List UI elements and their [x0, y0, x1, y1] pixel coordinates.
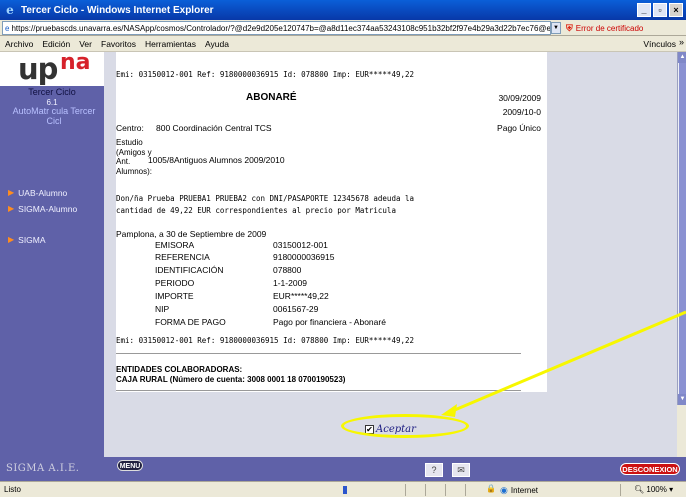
- menu-archivo[interactable]: Archivo: [5, 39, 33, 49]
- arrow-right-icon: ▶: [8, 204, 15, 213]
- menu-ver[interactable]: Ver: [79, 39, 92, 49]
- sidebar-app-link[interactable]: AutoMatr cula Tercer Cicl: [4, 106, 104, 126]
- logout-button[interactable]: DESCONEXION: [620, 463, 680, 475]
- chevron-down-icon: ▾: [669, 485, 674, 494]
- entidades-title: ENTIDADES COLABORADORAS:: [116, 365, 243, 374]
- scroll-down-button[interactable]: ▼: [678, 394, 686, 405]
- menu-ayuda[interactable]: Ayuda: [205, 39, 229, 49]
- sidebar-item-label: UAB-Alumno: [18, 187, 68, 198]
- ie-icon: e: [6, 3, 14, 17]
- debt-paragraph-line: Don/ña Prueba PRUEBA1 PRUEBA2 con DNI/PA…: [116, 194, 415, 203]
- debt-paragraph-line: cantidad de 49,22 EUR correspondientes a…: [116, 206, 396, 215]
- sidebar-item-sigma[interactable]: ▶ SIGMA: [0, 233, 104, 246]
- vertical-scrollbar[interactable]: ▲ ▼: [677, 52, 686, 405]
- mail-icon[interactable]: ✉: [452, 463, 470, 477]
- progress-indicator: [343, 486, 347, 494]
- reference-line-bottom: Emi: 03150012-001 Ref: 9180000036915 Id:…: [116, 336, 415, 345]
- field-key-nip: NIP: [155, 304, 170, 314]
- logo-up-text: up: [18, 52, 58, 86]
- scroll-up-button[interactable]: ▲: [678, 52, 686, 63]
- field-value-identificacion: 078800: [273, 265, 302, 275]
- page-icon: e: [5, 23, 10, 33]
- document-title: ABONARÉ: [246, 92, 297, 103]
- zone-label: Internet: [510, 485, 538, 495]
- sidebar-title: Tercer Ciclo: [28, 87, 76, 97]
- close-button[interactable]: ×: [669, 3, 683, 17]
- entidades-value: CAJA RURAL (Número de cuenta: 3008 0001 …: [116, 375, 346, 384]
- field-key-identificacion: IDENTIFICACIÓN: [155, 265, 224, 275]
- globe-icon: ◉: [500, 484, 508, 495]
- minimize-button[interactable]: _: [637, 3, 651, 17]
- field-value-forma-de-pago: Pago por financiera - Abonaré: [273, 317, 386, 327]
- field-key-emisora: EMISORA: [155, 240, 195, 250]
- zoom-control[interactable]: 🔍︎ 100% ▾: [634, 485, 673, 494]
- field-key-forma-de-pago: FORMA DE PAGO: [155, 317, 226, 327]
- arrow-right-icon: ▶: [8, 188, 15, 197]
- reference-line-top: Emi: 03150012-001 Ref: 9180000036915 Id:…: [116, 70, 415, 79]
- divider: [116, 390, 521, 391]
- logo-na-text: na: [60, 50, 91, 75]
- centro-value: 800 Coordinación Central TCS: [156, 123, 272, 133]
- security-zone[interactable]: ◉ Internet: [500, 484, 538, 496]
- debt-paragraph: Don/ña Prueba PRUEBA1 PRUEBA2 con DNI/PA…: [116, 193, 414, 217]
- field-key-referencia: REFERENCIA: [155, 252, 210, 262]
- menu-button[interactable]: MENU: [117, 460, 143, 471]
- highlight-ellipse: [341, 414, 469, 438]
- status-cell: [425, 484, 426, 496]
- status-cell: [620, 484, 621, 496]
- arrow-right-icon: ▶: [8, 235, 15, 244]
- sidebar: up na Tercer Ciclo 6.1 AutoMatr cula Ter…: [0, 50, 104, 457]
- maximize-button[interactable]: ▫: [653, 3, 667, 17]
- centro-label: Centro:: [116, 123, 144, 133]
- magnifier-icon: 🔍︎: [634, 485, 645, 494]
- help-icon[interactable]: ?: [425, 463, 443, 477]
- status-text: Listo: [4, 485, 21, 494]
- field-key-periodo: PERIODO: [155, 278, 195, 288]
- payment-type: Pago Único: [497, 123, 541, 133]
- field-value-emisora: 03150012-001: [273, 240, 328, 250]
- menu-favoritos[interactable]: Favoritos: [101, 39, 136, 49]
- divider: [116, 353, 521, 354]
- status-cell: [445, 484, 446, 496]
- chevron-right-icon[interactable]: »: [679, 37, 684, 47]
- menu-herramientas[interactable]: Herramientas: [145, 39, 196, 49]
- document-date: 30/09/2009: [498, 93, 541, 103]
- url-field[interactable]: e https://pruebascds.unavarra.es/NASApp/…: [2, 21, 551, 35]
- menu-bar: Archivo Edición Ver Favoritos Herramient…: [0, 36, 686, 52]
- place-date: Pamplona, a 30 de Septiembre de 2009: [116, 229, 267, 239]
- shield-icon: ⛨: [566, 22, 573, 33]
- status-cell: [405, 484, 406, 496]
- window-title: Tercer Ciclo - Windows Internet Explorer: [21, 4, 214, 16]
- status-cell: [465, 484, 466, 496]
- menu-edicion[interactable]: Edición: [42, 39, 70, 49]
- sidebar-item-uab-alumno[interactable]: ▶ UAB-Alumno: [0, 186, 104, 199]
- sidebar-item-sigma-alumno[interactable]: ▶ SIGMA-Alumno: [0, 202, 104, 215]
- status-bar: Listo 🔒 ◉ Internet 🔍︎ 100% ▾: [0, 481, 686, 497]
- certificate-error[interactable]: ⛨ Error de certificado: [566, 21, 686, 35]
- window-controls: _ ▫ ×: [637, 3, 683, 17]
- field-key-importe: IMPORTE: [155, 291, 194, 301]
- main-content: Emi: 03150012-001 Ref: 9180000036915 Id:…: [104, 52, 677, 457]
- sidebar-item-label: SIGMA: [18, 234, 46, 245]
- abonare-document: Emi: 03150012-001 Ref: 9180000036915 Id:…: [116, 52, 547, 392]
- upna-logo: up na: [0, 50, 104, 86]
- url-text: https://pruebascds.unavarra.es/NASApp/co…: [11, 23, 551, 33]
- zoom-level: 100%: [646, 485, 667, 494]
- title-bar: e Tercer Ciclo - Windows Internet Explor…: [0, 0, 686, 20]
- estudio-value: 1005/8Antiguos Alumnos 2009/2010: [148, 155, 285, 165]
- cert-error-label: Error de certificado: [575, 23, 644, 33]
- url-dropdown-button[interactable]: ▼: [551, 22, 561, 34]
- scroll-thumb[interactable]: [679, 63, 686, 394]
- field-value-nip: 0061567-29: [273, 304, 319, 314]
- footer-brand: SIGMA A.I.E.: [6, 463, 80, 474]
- sidebar-item-label: SIGMA-Alumno: [18, 203, 78, 214]
- field-value-importe: EUR*****49,22: [273, 291, 329, 301]
- app-footer-bar: SIGMA A.I.E. MENU ? ✉ DESCONEXION: [0, 457, 686, 481]
- field-value-referencia: 9180000036915: [273, 252, 335, 262]
- lock-icon[interactable]: 🔒: [486, 484, 496, 493]
- document-number: 2009/10-0: [502, 107, 541, 117]
- address-bar: e https://pruebascds.unavarra.es/NASApp/…: [0, 20, 686, 36]
- links-toolbar[interactable]: Vínculos: [643, 39, 676, 49]
- field-value-periodo: 1-1-2009: [273, 278, 308, 288]
